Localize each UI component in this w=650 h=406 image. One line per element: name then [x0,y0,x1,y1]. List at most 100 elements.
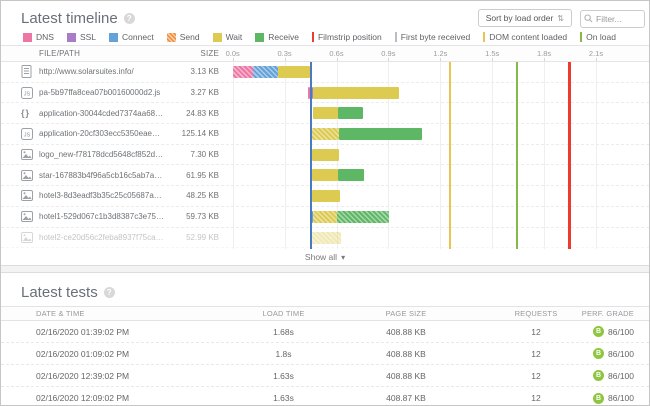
file-size: 24.83 KB [169,109,219,118]
timeline-rows: http://www.solarsuites.info/3.13 KBJSpa-… [1,62,649,249]
tests-column-header: PERF. GRADE [581,309,649,318]
chevron-down-icon: ▾ [341,253,345,262]
file-path: http://www.solarsuites.info/ [39,67,169,76]
size-header: SIZE [169,49,219,58]
axis-tick-label: 0.9s [381,49,395,58]
table-row[interactable]: JSpa-5b97ffa8cea07b00160000d2.js3.27 KB [1,83,649,104]
timeline-bar-wait[interactable] [313,211,337,223]
table-row[interactable]: 02/16/2020 12:09:02 PM1.63s408.87 KB12B8… [1,387,649,406]
timeline-title: Latest timeline [21,10,118,27]
test-requests: 12 [491,327,581,337]
sort-order-button[interactable]: Sort by load order ⇅ [478,9,572,27]
legend-line-icon [312,32,314,42]
timeline-axis: 0.0s0.3s0.6s0.9s1.2s1.5s1.8s2.1s [219,46,649,61]
test-perf-grade: B86/100 [581,348,649,359]
legend-item-connect: Connect [109,32,154,42]
table-row[interactable]: hotel3-8d3eadf3b35c25c05687a7094d1ccd0c8… [1,186,649,207]
tests-rows: 02/16/2020 01:39:02 PM1.68s408.88 KB12B8… [1,321,649,406]
legend-item-marker: First byte received [395,32,470,42]
test-datetime: 02/16/2020 01:39:02 PM [1,327,246,337]
perf-grade-score: 86/100 [608,349,634,359]
help-icon[interactable]: ? [124,13,135,24]
legend-line-icon [580,32,582,42]
table-row[interactable]: star-167883b4f96a5cb16c5ab7aa322ab69af0f… [1,165,649,186]
test-requests: 12 [491,371,581,381]
test-requests: 12 [491,393,581,403]
timeline-bar-wait[interactable] [278,66,310,78]
legend-line-icon [395,32,397,42]
timeline-bar-dns[interactable] [233,66,253,78]
perf-grade-badge: B [593,326,604,337]
test-page-size: 408.87 KB [321,393,491,403]
legend-line-icon [483,32,485,42]
table-row[interactable]: 02/16/2020 01:09:02 PM1.8s408.88 KB12B86… [1,343,649,365]
legend-label: SSL [80,32,96,42]
perf-grade-score: 86/100 [608,371,634,381]
axis-tick-label: 1.5s [485,49,499,58]
timeline-legend: DNSSSLConnectSendWaitReceiveFilmstrip po… [1,29,649,45]
perf-grade-score: 86/100 [608,393,634,403]
file-path: pa-5b97ffa8cea07b00160000d2.js [39,88,169,97]
image-file-icon [21,232,39,243]
performance-results-page: Latest timeline ? Sort by load order ⇅ D… [0,0,650,406]
tests-topbar: Latest tests ? [1,273,649,301]
file-path: hotel1-529d067c1b3d8387c3e75126e8f9a73e3… [39,212,169,221]
help-icon[interactable]: ? [104,287,115,298]
legend-swatch-icon [109,33,118,42]
legend-swatch-icon [213,33,222,42]
tests-title: Latest tests [21,284,98,301]
tests-column-header: PAGE SIZE [321,309,491,318]
show-all-button[interactable]: Show all ▾ [1,249,649,265]
timeline-bar-receive[interactable] [339,128,422,140]
timeline-bar-wait[interactable] [311,232,341,244]
table-row[interactable]: 02/16/2020 01:39:02 PM1.68s408.88 KB12B8… [1,321,649,343]
timeline-bar-receive[interactable] [337,211,389,223]
file-path: application-30044cded7374aa68af9334504e6… [39,109,169,118]
latest-tests-panel: Latest tests ? DATE & TIMELOAD TIMEPAGE … [1,272,649,406]
legend-item-receive: Receive [255,32,299,42]
image-file-icon [21,170,39,181]
filter-box [580,9,645,28]
legend-swatch-icon [23,33,32,42]
timeline-bar-wait[interactable] [313,107,338,119]
timeline-bar-connect[interactable] [253,66,278,78]
table-row[interactable]: 02/16/2020 12:39:02 PM1.63s408.88 KB12B8… [1,365,649,387]
legend-item-ssl: SSL [67,32,96,42]
axis-tick-mark [337,58,338,61]
file-size: 3.13 KB [169,67,219,76]
perf-grade-badge: B [593,370,604,381]
table-row[interactable]: hotel2-ce20d56c2feba8937f75ca5858b3410c7… [1,228,649,249]
axis-tick-mark [388,58,389,61]
file-size: 61.95 KB [169,171,219,180]
tests-column-header: REQUESTS [491,309,581,318]
legend-label: Receive [268,32,299,42]
table-row[interactable]: hotel1-529d067c1b3d8387c3e75126e8f9a73e3… [1,207,649,228]
sort-button-label: Sort by load order [486,13,554,23]
test-perf-grade: B86/100 [581,393,649,404]
search-icon [584,14,593,23]
waterfall-track [219,186,649,206]
test-page-size: 408.88 KB [321,349,491,359]
legend-label: Wait [226,32,243,42]
timeline-bar-receive[interactable] [338,107,363,119]
timeline-bar-receive[interactable] [338,169,364,181]
table-row[interactable]: JSapplication-20cf303ecc5350eae60aa168d2… [1,124,649,145]
table-row[interactable]: {}application-30044cded7374aa68af9334504… [1,103,649,124]
table-row[interactable]: http://www.solarsuites.info/3.13 KB [1,62,649,83]
timeline-bar-wait[interactable] [312,190,340,202]
table-row[interactable]: logo_new-f78178dcd5648cf852de92bd9ab7c88… [1,145,649,166]
legend-item-marker: On load [580,32,616,42]
file-path: logo_new-f78178dcd5648cf852de92bd9ab7c88… [39,150,169,159]
document-file-icon [21,65,39,78]
css-braces-icon: {} [21,108,39,118]
axis-tick-label: 0.6s [329,49,343,58]
timeline-bar-wait[interactable] [312,128,339,140]
timeline-bar-wait[interactable] [312,149,339,161]
axis-tick-mark [285,58,286,61]
axis-tick-mark [544,58,545,61]
axis-tick-label: 2.1s [589,49,603,58]
waterfall-track [219,228,649,248]
timeline-bar-wait[interactable] [312,169,338,181]
image-file-icon [21,190,39,201]
timeline-bar-wait[interactable] [313,87,399,99]
